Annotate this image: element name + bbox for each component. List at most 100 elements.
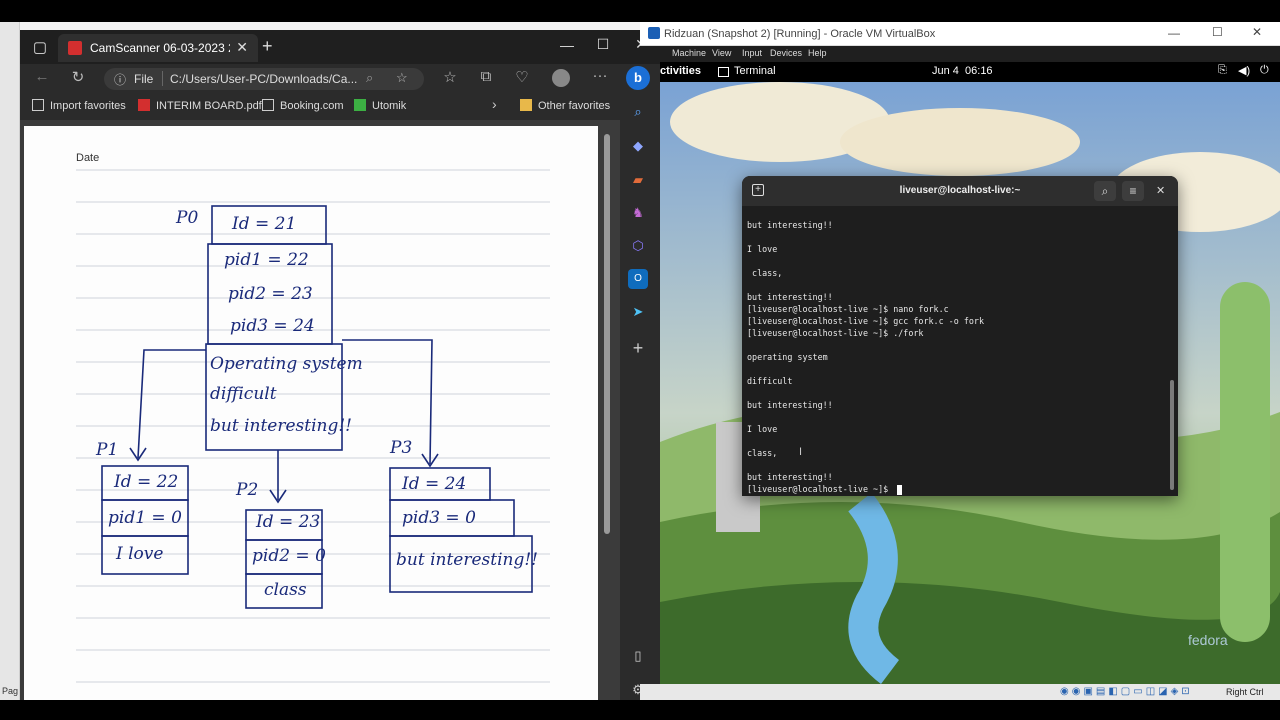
- app-menu-terminal[interactable]: Terminal: [734, 65, 776, 77]
- fav-utomik[interactable]: Utomik: [354, 99, 406, 112]
- refresh-icon[interactable]: ↻: [66, 68, 90, 86]
- vb-close-button[interactable]: ✕: [1252, 25, 1262, 39]
- gnome-clock[interactable]: Jun 4 06:16: [932, 65, 993, 77]
- search-icon[interactable]: ⌕: [628, 102, 648, 122]
- term-line: but interesting!!: [747, 220, 833, 230]
- activities-button[interactable]: ctivities: [660, 65, 701, 77]
- menu-machine[interactable]: Machine: [672, 48, 706, 58]
- term-line: operating system: [747, 352, 828, 362]
- info-icon[interactable]: ⓘ: [114, 71, 126, 88]
- vb-device-icons[interactable]: ◉◉▣▤◧▢▭◫◪◈⊡: [1060, 686, 1193, 697]
- term-line: class,: [747, 448, 778, 458]
- term-line: [liveuser@localhost-live ~]$ ./fork: [747, 328, 924, 338]
- volume-icon[interactable]: ◀): [1238, 64, 1250, 77]
- vb-maximize-button[interactable]: ☐: [1212, 25, 1223, 39]
- p0-label: P0: [176, 208, 199, 228]
- p3-line-1: Id = 24: [402, 474, 467, 494]
- bing-copilot-icon[interactable]: b: [626, 66, 650, 90]
- fav-interim-board[interactable]: INTERIM BOARD.pdf: [138, 99, 262, 112]
- back-icon[interactable]: ←: [30, 68, 54, 85]
- scanned-notebook-page: Date P0 Id = 21 pid1 = 22 pid2 = 23 pid3…: [24, 126, 598, 700]
- p3-line-3: but interesting!!: [396, 550, 539, 570]
- p1-line-3: I love: [116, 544, 164, 564]
- profile-avatar[interactable]: [552, 69, 570, 87]
- term-prompt-line: [liveuser@localhost-live ~]$: [747, 484, 894, 494]
- browser-essentials-icon[interactable]: ♡: [510, 68, 534, 86]
- address-file-label: File: [134, 72, 154, 86]
- power-icon[interactable]: ⏻: [1260, 64, 1269, 77]
- tools-icon[interactable]: ▰: [628, 170, 648, 190]
- gnome-top-bar: ctivities Terminal Jun 4 06:16 ⎘ ◀) ⏻: [660, 62, 1280, 82]
- games-icon[interactable]: ♞: [628, 203, 648, 223]
- p0-line-2: pid1 = 22: [224, 250, 309, 270]
- fav-utomik-label: Utomik: [372, 100, 407, 112]
- terminal-close-icon[interactable]: ✕: [1156, 184, 1165, 197]
- p0-output-2: difficult: [210, 384, 277, 404]
- menu-input[interactable]: Input: [742, 48, 762, 58]
- word-vertical-ruler: Pag: [0, 22, 20, 700]
- terminal-window[interactable]: + liveuser@localhost-live:~ ⌕ ≡ ✕ but in…: [742, 176, 1178, 496]
- terminal-search-icon[interactable]: ⌕: [1094, 181, 1116, 201]
- tab-actions-icon[interactable]: ▢: [28, 38, 52, 56]
- menu-help[interactable]: Help: [808, 48, 827, 58]
- p2-label: P2: [236, 480, 259, 500]
- import-icon: [32, 99, 44, 111]
- menu-view[interactable]: View: [712, 48, 731, 58]
- address-bar[interactable]: ⓘ File C:/Users/User-PC/Downloads/Ca... …: [104, 68, 424, 90]
- virtualbox-statusbar: ◉◉▣▤◧▢▭◫◪◈⊡ Right Ctrl: [640, 684, 1280, 700]
- p0-output-1: Operating system: [210, 354, 363, 374]
- terminal-output[interactable]: but interesting!! I love class, but inte…: [742, 206, 1170, 496]
- term-line: but interesting!!: [747, 292, 833, 302]
- add-sidebar-app-icon[interactable]: +: [628, 338, 648, 358]
- new-tab-button[interactable]: +: [262, 36, 273, 57]
- p0-line-3: pid2 = 23: [228, 284, 313, 304]
- drop-icon[interactable]: ➤: [628, 302, 648, 322]
- menu-devices[interactable]: Devices: [770, 48, 802, 58]
- term-line: but interesting!!: [747, 400, 833, 410]
- p0-line-1: Id = 21: [232, 214, 297, 234]
- minimize-button[interactable]: —: [552, 37, 582, 53]
- tab-camscanner[interactable]: CamScanner 06-03-2023 23.58.p ✕: [58, 34, 258, 62]
- address-url[interactable]: C:/Users/User-PC/Downloads/Ca...: [170, 72, 360, 86]
- tab-close-icon[interactable]: ✕: [236, 39, 248, 56]
- p3-line-2: pid3 = 0: [402, 508, 476, 528]
- page-icon: [262, 99, 274, 111]
- terminal-header: + liveuser@localhost-live:~ ⌕ ≡ ✕: [742, 176, 1178, 206]
- p2-line-2: pid2 = 0: [252, 546, 326, 566]
- microsoft-365-icon[interactable]: ⬡: [628, 236, 648, 256]
- shopping-tag-icon[interactable]: ◆: [628, 136, 648, 156]
- p0-line-4: pid3 = 24: [230, 316, 315, 336]
- term-line: [liveuser@localhost-live ~]$ gcc fork.c …: [747, 316, 984, 326]
- fav-interim-label: INTERIM BOARD.pdf: [156, 100, 262, 112]
- favorite-star-icon[interactable]: ☆: [396, 70, 408, 86]
- notebook-drawing: [76, 169, 550, 683]
- terminal-scrollbar[interactable]: [1170, 380, 1174, 490]
- term-line: difficult: [747, 376, 793, 386]
- maximize-button[interactable]: ☐: [588, 36, 618, 53]
- p1-line-2: pid1 = 0: [108, 508, 182, 528]
- fav-import-label: Import favorites: [50, 100, 126, 112]
- chevron-right-icon[interactable]: ›: [492, 96, 497, 112]
- fav-import[interactable]: Import favorites: [32, 99, 126, 112]
- address-separator: [162, 71, 163, 86]
- collections-icon[interactable]: ⧉: [474, 68, 498, 85]
- term-line: [liveuser@localhost-live ~]$ nano fork.c: [747, 304, 949, 314]
- pdf-icon: [138, 99, 150, 111]
- vb-minimize-button[interactable]: —: [1168, 26, 1180, 40]
- date-label: Date: [76, 152, 100, 164]
- more-menu-icon[interactable]: ···: [588, 67, 612, 84]
- fav-booking[interactable]: Booking.com: [262, 99, 344, 112]
- outlook-icon[interactable]: O: [628, 269, 648, 289]
- favorites-icon[interactable]: ☆: [438, 68, 462, 86]
- text-cursor-ibeam-icon: I: [799, 446, 803, 458]
- word-status-fragment: Pag: [2, 686, 19, 696]
- terminal-menu-icon[interactable]: ≡: [1122, 181, 1144, 201]
- hide-sidebar-icon[interactable]: ▯: [628, 646, 648, 666]
- p2-line-1: Id = 23: [256, 512, 321, 532]
- network-icon[interactable]: ⎘: [1218, 64, 1227, 77]
- fav-other[interactable]: Other favorites: [520, 99, 610, 112]
- fav-booking-label: Booking.com: [280, 100, 344, 112]
- fav-other-label: Other favorites: [538, 100, 611, 112]
- zoom-icon[interactable]: ⌕: [366, 70, 373, 86]
- pdf-scroll-thumb[interactable]: [604, 134, 610, 534]
